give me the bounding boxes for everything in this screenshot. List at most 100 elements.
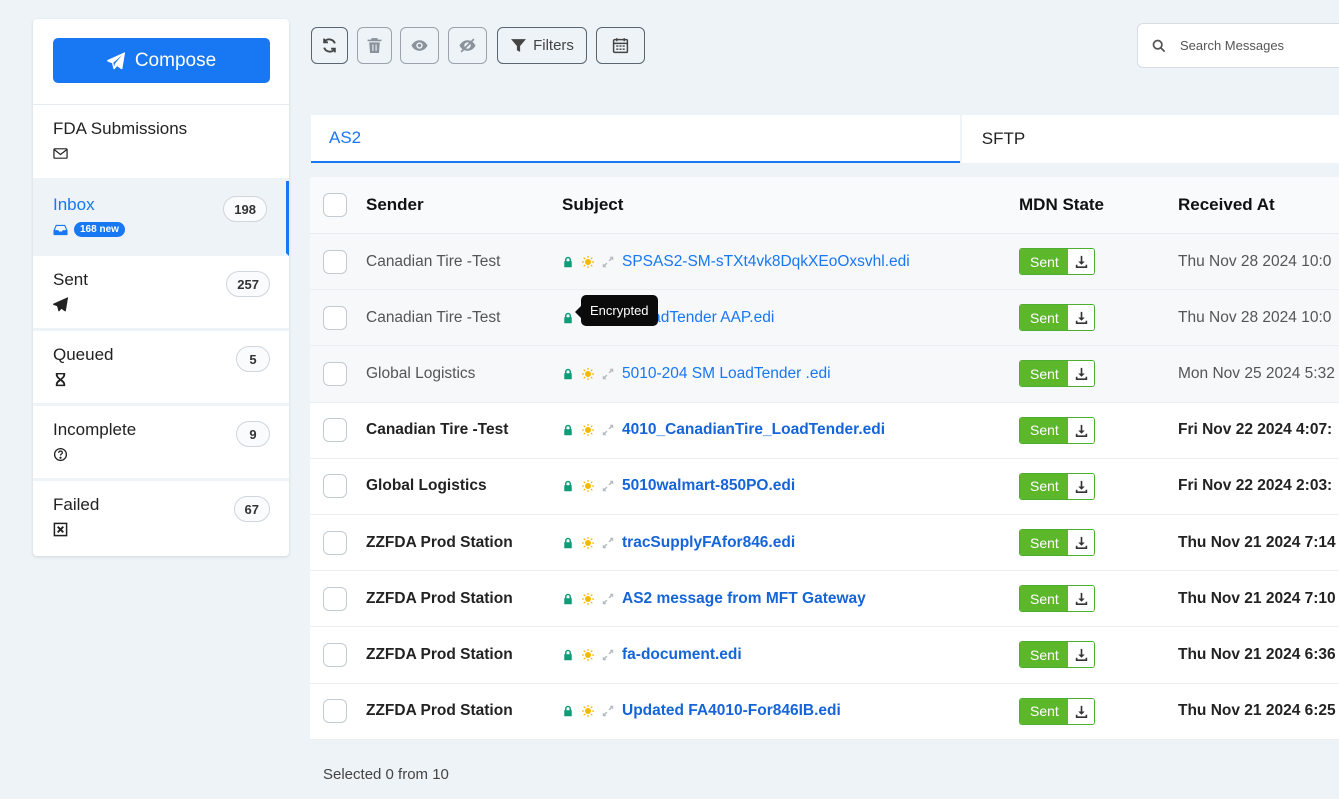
lock-icon [564, 593, 572, 604]
table-row[interactable]: Canadian Tire -Test SPSAS2-SM-sTXt4vk8Dq… [310, 234, 1339, 291]
mark-read-button[interactable] [400, 27, 439, 64]
messages-table: Sender Subject MDN State Received At Can… [310, 177, 1339, 740]
subject-link[interactable]: 4010_CanadianTire_LoadTender.edi [622, 421, 885, 439]
search-icon [1152, 39, 1166, 52]
sender-cell: Global Logistics [366, 364, 476, 382]
table-row[interactable]: ZZFDA Prod Station Updated FA4010-For846… [310, 683, 1339, 740]
envelope-icon [53, 147, 68, 159]
folder-count-badge: 67 [233, 496, 270, 522]
folder-fda-submissions[interactable]: FDA Submissions [33, 105, 289, 181]
download-mdn-button[interactable] [1068, 249, 1094, 275]
table-row[interactable]: ZZFDA Prod Station AS2 message from MFT … [310, 571, 1339, 628]
signed-icon [582, 424, 594, 437]
mdn-state-label: Sent [1020, 473, 1068, 499]
refresh-button[interactable] [311, 27, 348, 64]
subject-cell: SPSAS2-SM-sTXt4vk8DqkXEoOxsvhl.edi [562, 253, 1019, 271]
received-at-cell: Thu Nov 21 2024 6:25 [1178, 702, 1336, 720]
subject-link[interactable]: 5010-204 SM LoadTender .edi [622, 365, 831, 383]
download-icon [1075, 255, 1087, 269]
sender-cell: Global Logistics [366, 477, 487, 495]
download-mdn-button[interactable] [1068, 305, 1094, 331]
header-subject[interactable]: Subject [562, 195, 1019, 215]
row-checkbox[interactable] [323, 474, 347, 499]
hourglass-icon [55, 372, 66, 386]
download-icon [1075, 705, 1087, 718]
row-checkbox[interactable] [323, 642, 347, 667]
mdn-state-label: Sent [1020, 530, 1068, 556]
select-all-checkbox[interactable] [323, 193, 347, 217]
date-picker-button[interactable] [596, 27, 645, 64]
mdn-state-label: Sent [1020, 417, 1068, 443]
table-row[interactable]: ZZFDA Prod Station fa-document.edi Sent … [310, 627, 1339, 684]
row-checkbox[interactable] [323, 530, 347, 555]
subject-cell: tracSupplyFAfor846.edi [562, 534, 1019, 552]
lock-icon [564, 481, 572, 492]
folder-sent[interactable]: Sent 257 [33, 256, 289, 331]
folder-failed[interactable]: Failed 67 [33, 481, 289, 556]
row-checkbox[interactable] [323, 586, 347, 611]
table-row[interactable]: ZZFDA Prod Station tracSupplyFAfor846.ed… [310, 514, 1339, 572]
funnel-icon [511, 39, 527, 52]
sidebar: Compose FDA Submissions Inbox 168 new 19… [33, 19, 289, 556]
subject-link[interactable]: 5010walmart-850PO.edi [622, 477, 795, 495]
row-checkbox[interactable] [323, 249, 347, 274]
inbox-icon [53, 224, 68, 235]
table-row[interactable]: Global Logistics 5010walmart-850PO.edi S… [310, 458, 1339, 515]
row-checkbox[interactable] [323, 699, 347, 724]
eye-slash-icon [459, 38, 476, 53]
mdn-status-badge: Sent [1019, 248, 1095, 276]
subject-link[interactable]: fa-document.edi [622, 646, 742, 664]
download-mdn-button[interactable] [1068, 642, 1094, 668]
received-at-cell: Thu Nov 28 2024 10:0 [1178, 252, 1332, 270]
download-mdn-button[interactable] [1068, 530, 1094, 556]
subject-link[interactable]: Updated FA4010-For846IB.edi [622, 702, 841, 720]
mdn-state-cell: Sent [1019, 697, 1178, 725]
row-checkbox[interactable] [323, 418, 347, 443]
folder-queued[interactable]: Queued 5 [33, 331, 289, 406]
compose-button[interactable]: Compose [53, 38, 270, 83]
lock-icon [564, 537, 572, 548]
received-at-cell: Thu Nov 21 2024 7:10 [1178, 589, 1336, 607]
compress-icon [602, 649, 614, 661]
download-mdn-button[interactable] [1068, 361, 1094, 387]
download-mdn-button[interactable] [1068, 698, 1094, 724]
search-box [1137, 23, 1339, 68]
table-body: Canadian Tire -Test SPSAS2-SM-sTXt4vk8Dq… [310, 234, 1339, 740]
filters-button[interactable]: Filters [497, 27, 587, 64]
signed-icon [582, 255, 594, 268]
tab-as2[interactable]: AS2 [311, 115, 960, 163]
mdn-status-badge: Sent [1019, 529, 1095, 557]
search-input[interactable] [1180, 38, 1339, 53]
header-sender[interactable]: Sender [366, 195, 562, 215]
mdn-status-badge: Sent [1019, 585, 1095, 613]
mdn-state-cell: Sent [1019, 360, 1178, 388]
folder-incomplete[interactable]: Incomplete 9 [33, 406, 289, 481]
folder-inbox[interactable]: Inbox 168 new 198 [33, 181, 289, 256]
row-checkbox[interactable] [323, 305, 347, 330]
table-row[interactable]: Canadian Tire -Test 4010_CanadianTire_Lo… [310, 402, 1339, 459]
protocol-tabs: AS2 SFTP [311, 115, 1339, 163]
mdn-state-label: Sent [1020, 305, 1068, 331]
download-icon [1075, 312, 1087, 325]
subject-cell: AS2 message from MFT Gateway [562, 590, 1019, 608]
header-mdn-state[interactable]: MDN State [1019, 195, 1178, 215]
sender-cell: ZZFDA Prod Station [366, 533, 513, 551]
signed-icon [582, 367, 594, 380]
row-checkbox[interactable] [323, 361, 347, 386]
subject-link[interactable]: tracSupplyFAfor846.edi [622, 534, 795, 552]
mdn-status-badge: Sent [1019, 641, 1095, 669]
subject-link[interactable]: SPSAS2-SM-sTXt4vk8DqkXEoOxsvhl.edi [622, 253, 910, 271]
download-mdn-button[interactable] [1068, 586, 1094, 612]
compress-icon [602, 537, 614, 548]
subject-link[interactable]: AS2 message from MFT Gateway [622, 590, 866, 608]
subject-cell: Encrypted 0 LoadTender AAP.edi [562, 294, 1019, 327]
download-mdn-button[interactable] [1068, 417, 1094, 443]
encrypted-tooltip: Encrypted [575, 294, 658, 326]
download-mdn-button[interactable] [1068, 473, 1094, 499]
tab-sftp[interactable]: SFTP [961, 115, 1339, 163]
header-received-at[interactable]: Received At [1178, 195, 1339, 215]
mark-unread-button[interactable] [448, 27, 487, 64]
table-row[interactable]: Canadian Tire -Test Encrypted 0 LoadTend… [310, 290, 1339, 347]
table-row[interactable]: Global Logistics 5010-204 SM LoadTender … [310, 346, 1339, 403]
delete-button[interactable] [357, 27, 392, 64]
